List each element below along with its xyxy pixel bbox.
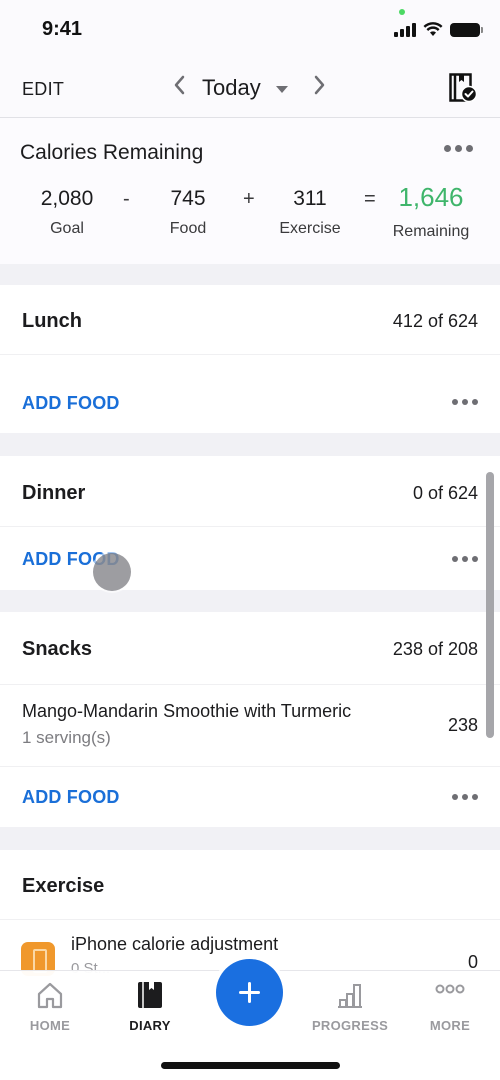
add-food-row: ADD FOOD bbox=[0, 527, 500, 590]
tab-diary[interactable]: DIARY bbox=[100, 971, 200, 1041]
calories-remaining-card[interactable]: Calories Remaining 2,080 Goal - 745 Food… bbox=[0, 118, 500, 264]
tab-progress[interactable]: PROGRESS bbox=[300, 971, 400, 1041]
food-value: 745 bbox=[170, 187, 206, 210]
tab-home[interactable]: HOME bbox=[0, 971, 100, 1041]
food-serving: 1 serving(s) bbox=[22, 728, 111, 747]
food-name: Mango-Mandarin Smoothie with Turmeric bbox=[22, 701, 352, 721]
more-icon bbox=[452, 556, 458, 562]
food-calories: 238 bbox=[447, 715, 478, 735]
goal-column: 2,080 Goal bbox=[28, 187, 106, 238]
previous-day-button[interactable] bbox=[172, 74, 186, 100]
cellular-signal-icon bbox=[394, 22, 416, 37]
add-food-button[interactable]: ADD FOOD bbox=[22, 393, 120, 414]
battery-icon bbox=[450, 22, 483, 37]
meal-section-lunch: Lunch 412 of 624 ADD FOOD bbox=[0, 285, 500, 433]
meal-title: Lunch bbox=[22, 310, 82, 332]
food-entry[interactable]: Mango-Mandarin Smoothie with Turmeric 1 … bbox=[0, 685, 500, 767]
date-selector[interactable]: Today bbox=[202, 75, 261, 101]
meal-calories: 238 of 208 bbox=[392, 639, 478, 659]
touch-indicator bbox=[93, 553, 131, 591]
progress-chart-icon bbox=[338, 984, 362, 1008]
exercise-name: iPhone calorie adjustment bbox=[71, 934, 279, 954]
more-icon bbox=[452, 399, 458, 405]
meal-calories: 0 of 624 bbox=[412, 483, 478, 503]
tab-label: DIARY bbox=[129, 1018, 171, 1033]
exercise-column: 311 Exercise bbox=[272, 187, 348, 238]
calories-more-button[interactable] bbox=[444, 145, 473, 152]
equals-operator: = bbox=[364, 188, 376, 210]
add-food-row: ADD FOOD bbox=[0, 767, 500, 827]
exercise-header[interactable]: Exercise bbox=[0, 850, 500, 920]
scrollbar[interactable] bbox=[486, 472, 494, 738]
wifi-icon bbox=[423, 22, 443, 36]
meal-section-dinner: Dinner 0 of 624 ADD FOOD bbox=[0, 456, 500, 590]
exercise-value: 311 bbox=[293, 187, 327, 210]
meal-title: Snacks bbox=[22, 638, 93, 660]
add-entry-button[interactable] bbox=[216, 959, 283, 1026]
tab-more[interactable]: MORE bbox=[400, 971, 500, 1041]
plus-operator: + bbox=[243, 188, 255, 210]
home-indicator[interactable] bbox=[161, 1062, 340, 1069]
tab-label: HOME bbox=[29, 1018, 71, 1033]
exercise-label: Exercise bbox=[279, 220, 341, 237]
diary-complete-icon bbox=[449, 73, 478, 103]
complete-diary-button[interactable] bbox=[449, 73, 478, 103]
more-icon bbox=[435, 984, 465, 994]
goal-value: 2,080 bbox=[40, 187, 94, 210]
meal-more-button[interactable] bbox=[452, 794, 478, 800]
status-icons bbox=[394, 22, 483, 37]
meal-header[interactable]: Lunch 412 of 624 bbox=[0, 285, 500, 355]
diary-nav-bar: EDIT Today bbox=[0, 60, 500, 118]
remaining-value: 1,646 bbox=[398, 182, 464, 212]
meal-header[interactable]: Dinner 0 of 624 bbox=[0, 456, 500, 527]
edit-button[interactable]: EDIT bbox=[22, 79, 64, 100]
meal-header[interactable]: Snacks 238 of 208 bbox=[0, 612, 500, 685]
add-food-button[interactable]: ADD FOOD bbox=[22, 787, 120, 808]
add-food-row: ADD FOOD bbox=[0, 355, 500, 433]
meal-more-button[interactable] bbox=[452, 399, 478, 405]
exercise-title: Exercise bbox=[22, 875, 105, 897]
calories-remaining-title: Calories Remaining bbox=[20, 141, 204, 164]
tab-label: MORE bbox=[429, 1018, 471, 1033]
meal-section-snacks: Snacks 238 of 208 Mango-Mandarin Smoothi… bbox=[0, 612, 500, 827]
more-icon bbox=[452, 794, 458, 800]
chevron-left-icon bbox=[174, 75, 185, 95]
chevron-right-icon bbox=[314, 75, 325, 95]
next-day-button[interactable] bbox=[313, 74, 327, 100]
meal-title: Dinner bbox=[22, 482, 86, 504]
remaining-column: 1,646 Remaining bbox=[388, 182, 474, 241]
meal-more-button[interactable] bbox=[452, 556, 478, 562]
goal-label: Goal bbox=[50, 220, 84, 237]
home-icon bbox=[37, 982, 63, 1009]
food-label: Food bbox=[169, 220, 207, 237]
food-column: 745 Food bbox=[158, 187, 218, 238]
status-time: 9:41 bbox=[42, 18, 83, 40]
minus-operator: - bbox=[123, 188, 130, 210]
status-bar: 9:41 bbox=[0, 0, 500, 60]
more-icon bbox=[444, 145, 451, 152]
diary-icon bbox=[138, 982, 162, 1008]
meal-calories: 412 of 624 bbox=[392, 311, 478, 331]
camera-in-use-indicator bbox=[399, 9, 405, 15]
remaining-label: Remaining bbox=[392, 223, 470, 240]
caret-down-icon[interactable] bbox=[276, 86, 288, 93]
tab-label: PROGRESS bbox=[311, 1018, 389, 1033]
